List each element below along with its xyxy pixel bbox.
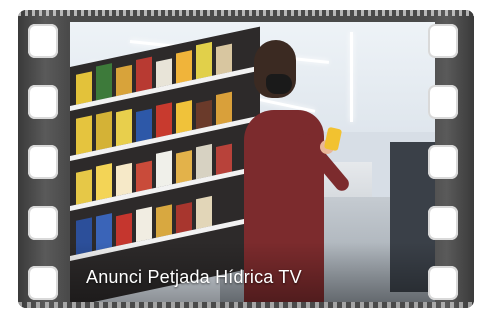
face-mask <box>266 74 292 94</box>
product <box>156 150 172 188</box>
sprocket-hole <box>28 84 58 119</box>
product <box>76 169 92 205</box>
product <box>116 108 132 147</box>
product <box>176 150 192 184</box>
sprocket-hole <box>28 145 58 179</box>
video-caption: Anunci Petjada Hídrica TV <box>86 267 302 287</box>
film-sprockets-left <box>28 24 64 300</box>
product <box>96 63 112 101</box>
sprocket-hole <box>428 266 458 300</box>
product <box>76 115 92 155</box>
product <box>196 41 212 80</box>
product <box>196 195 212 230</box>
sprocket-hole <box>428 84 458 119</box>
product <box>156 102 172 138</box>
video-frame[interactable] <box>70 22 435 302</box>
product <box>76 71 92 105</box>
product <box>116 64 132 97</box>
product <box>216 43 232 75</box>
product <box>176 202 192 234</box>
product <box>196 99 212 130</box>
sprocket-hole <box>28 24 58 58</box>
sprocket-hole <box>428 24 458 58</box>
product <box>176 50 192 84</box>
film-edge-bottom <box>18 302 474 308</box>
product <box>136 108 152 142</box>
product <box>136 160 152 192</box>
product <box>96 111 112 151</box>
product <box>176 100 192 134</box>
sprocket-hole <box>428 205 458 240</box>
product <box>136 56 152 92</box>
film-sprockets-right <box>428 24 464 300</box>
product <box>216 91 232 125</box>
product <box>156 58 172 88</box>
video-thumbnail[interactable]: Anunci Petjada Hídrica TV <box>18 10 474 308</box>
sprocket-hole <box>28 266 58 300</box>
sprocket-hole <box>428 145 458 179</box>
phone-icon <box>323 126 343 152</box>
ceiling-light <box>350 32 353 122</box>
product <box>196 143 212 180</box>
product <box>216 143 232 175</box>
sprocket-hole <box>28 205 58 240</box>
product <box>156 204 172 238</box>
product <box>116 162 132 197</box>
product <box>96 163 112 201</box>
product <box>136 206 152 242</box>
film-edge-top <box>18 10 474 16</box>
